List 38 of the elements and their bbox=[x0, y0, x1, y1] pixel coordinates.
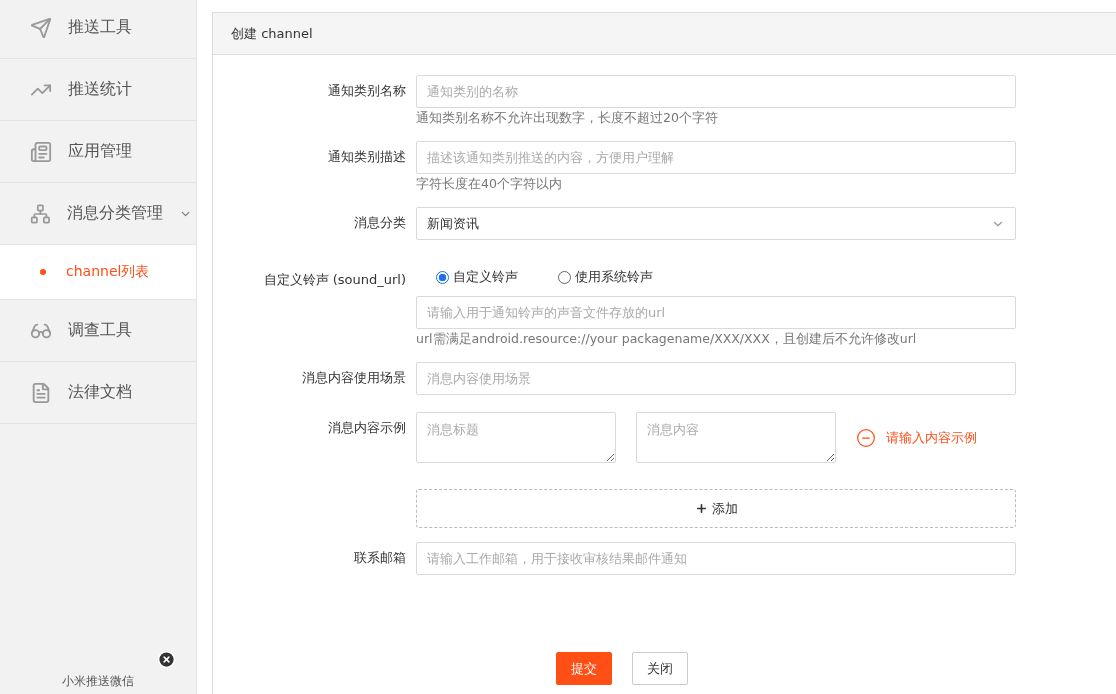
panel-title: 创建 channel bbox=[213, 13, 1116, 55]
select-field[interactable]: 新闻资讯 bbox=[416, 207, 1016, 240]
field-label: 消息内容使用场景 bbox=[301, 369, 406, 387]
field-label: 通知类别名称 bbox=[327, 82, 406, 100]
sidebar-item[interactable]: 应用管理 bbox=[0, 121, 196, 183]
sidebar-item[interactable]: 调查工具 bbox=[0, 300, 196, 362]
field-label: 自定义铃声 (sound_url) bbox=[262, 271, 406, 289]
text-area[interactable]: 消息标题 bbox=[416, 412, 616, 463]
input-field[interactable]: 请输入工作邮箱，用于接收审核结果邮件通知 bbox=[416, 542, 1016, 575]
footer-label: 小米推送微信 bbox=[62, 673, 134, 690]
field-hint: 通知类别名称不允许出现数字，长度不超过20个字符 bbox=[416, 110, 719, 127]
paper-plane-icon bbox=[30, 16, 52, 39]
field-hint: 字符长度在40个字符以内 bbox=[416, 176, 563, 193]
add-button[interactable]: 添加 bbox=[416, 489, 1016, 528]
radio-option[interactable]: 使用系统铃声 bbox=[558, 268, 653, 286]
close-button[interactable]: 关闭 bbox=[632, 652, 688, 685]
field-label: 消息分类 bbox=[353, 214, 406, 232]
sidebar-item[interactable]: 推送工具 bbox=[0, 0, 196, 59]
field-label: 消息内容示例 bbox=[327, 419, 406, 437]
field-label: 联系邮箱 bbox=[353, 549, 406, 567]
newspaper-icon bbox=[30, 140, 52, 163]
radio-option[interactable]: 自定义铃声 bbox=[436, 268, 518, 286]
input-field[interactable]: 消息内容使用场景 bbox=[416, 362, 1016, 395]
field-label: 通知类别描述 bbox=[327, 148, 406, 166]
field-hint: url需满足android.resource://your packagename/XXX/XXX，且创建后不允许修改url bbox=[416, 331, 918, 348]
input-field[interactable]: 通知类别的名称 bbox=[416, 75, 1016, 108]
sidebar-item[interactable]: 法律文档 bbox=[0, 362, 196, 424]
input-field[interactable]: 请输入用于通知铃声的声音文件存放的url bbox=[416, 296, 1016, 329]
plus-icon bbox=[694, 502, 708, 515]
close-icon[interactable] bbox=[157, 650, 176, 669]
input-field[interactable]: 描述该通知类别推送的内容，方便用户理解 bbox=[416, 141, 1016, 174]
text-area[interactable]: 消息内容 bbox=[636, 412, 836, 463]
error-message: 请输入内容示例 bbox=[886, 428, 977, 447]
document-icon bbox=[30, 381, 52, 404]
sidebar-item[interactable]: 推送统计 bbox=[0, 59, 196, 121]
hierarchy-icon bbox=[30, 202, 51, 225]
remove-icon[interactable] bbox=[856, 427, 876, 448]
bullet-icon bbox=[40, 269, 46, 275]
